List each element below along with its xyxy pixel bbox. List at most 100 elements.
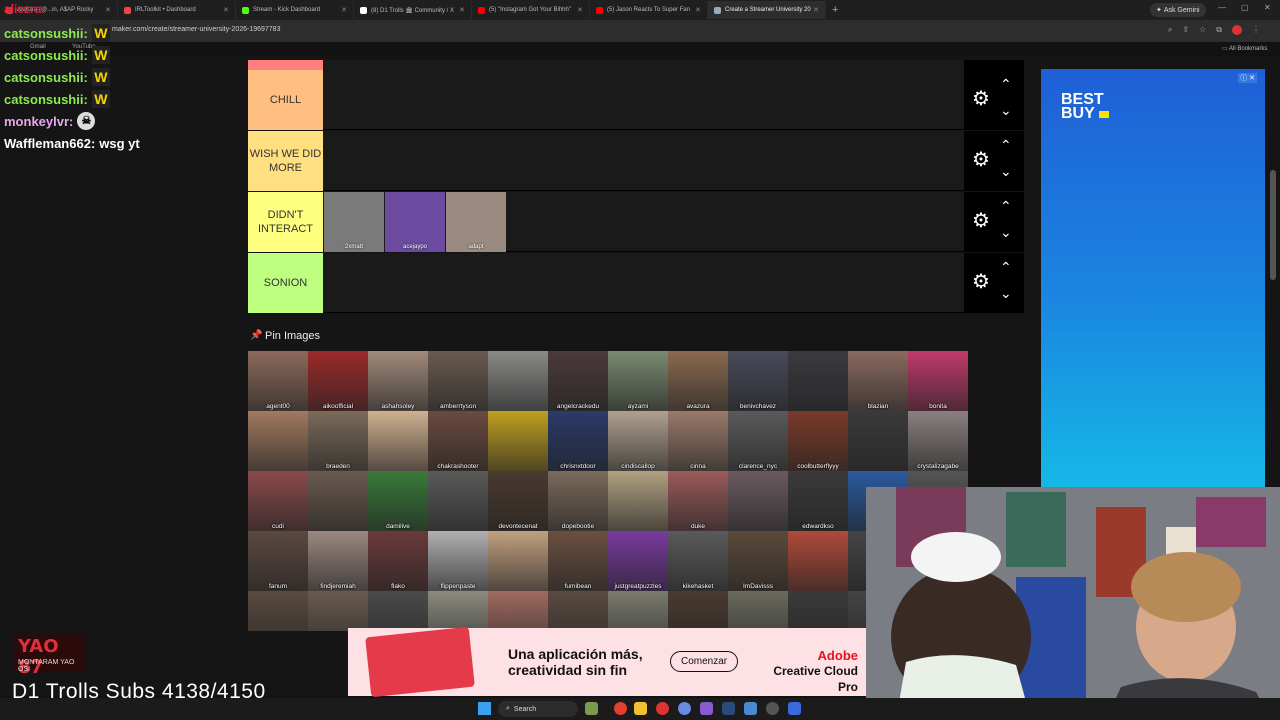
pin-image[interactable] [428, 471, 488, 531]
pin-image[interactable] [728, 471, 788, 531]
tier-label[interactable]: DIDN'T INTERACT [248, 192, 323, 252]
pin-image[interactable] [728, 591, 788, 631]
pin-image[interactable] [488, 351, 548, 411]
tab-close-icon[interactable]: ✕ [459, 6, 465, 14]
tier-row[interactable]: SONION ⚙ ⌃ ⌄ [248, 253, 1024, 313]
bestbuy-ad[interactable]: BEST BUY ⓘ ✕ [1041, 69, 1265, 487]
pin-image[interactable] [788, 591, 848, 631]
taskbar-search[interactable]: ⌕ Search [498, 701, 578, 717]
close-window-icon[interactable]: ✕ [1264, 3, 1271, 12]
taskbar-app-icon[interactable] [585, 702, 598, 715]
pin-image[interactable]: cindiscallop [608, 411, 668, 471]
windows-start-icon[interactable] [478, 702, 491, 715]
pin-image[interactable]: angelcrackedu [548, 351, 608, 411]
pin-image[interactable]: findjeremiah [308, 531, 368, 591]
pin-image[interactable]: damilive [368, 471, 428, 531]
file-explorer-icon[interactable] [634, 702, 647, 715]
pin-image[interactable] [368, 411, 428, 471]
all-bookmarks[interactable]: ▭ All Bookmarks [1222, 45, 1267, 52]
tier-label[interactable]: CHILL [248, 70, 323, 130]
pin-image[interactable]: devontecenat [488, 471, 548, 531]
chevron-up-icon[interactable]: ⌃ [1000, 137, 1012, 154]
new-tab-button[interactable]: + [832, 4, 838, 16]
gear-icon[interactable]: ⚙ [970, 149, 992, 171]
taskbar-app-icon-3[interactable] [744, 702, 757, 715]
browser-tab[interactable]: Stream - Kick Dashboard ✕ [236, 1, 354, 19]
pin-image[interactable]: ayzami [608, 351, 668, 411]
pin-image[interactable]: braeden [308, 411, 368, 471]
share-icon[interactable]: ⇪ [1182, 25, 1189, 35]
gear-icon[interactable]: ⚙ [970, 210, 992, 232]
tab-close-icon[interactable]: ✕ [105, 6, 111, 14]
adobe-cta-button[interactable]: Comenzar [670, 651, 739, 672]
browser-tab[interactable]: IRLToolkit • Dashboard ✕ [118, 1, 236, 19]
pin-image[interactable]: kikehasket [668, 531, 728, 591]
discord-icon[interactable] [678, 702, 691, 715]
pin-image[interactable]: coolbutterflyyy [788, 411, 848, 471]
pin-image[interactable] [248, 411, 308, 471]
profile-avatar[interactable] [1232, 25, 1242, 35]
pin-image[interactable] [308, 591, 368, 631]
pin-image[interactable]: blazian [848, 351, 908, 411]
gear-icon[interactable]: ⚙ [970, 271, 992, 293]
browser-tab[interactable]: Create a Streamer University 20 ✕ [708, 1, 826, 19]
pin-image[interactable] [488, 531, 548, 591]
tier-row[interactable]: WISH WE DID MORE ⚙ ⌃ ⌄ [248, 131, 1024, 191]
tier-item-image[interactable]: adapt [446, 192, 506, 252]
tier-label[interactable]: WISH WE DID MORE [248, 131, 323, 191]
pin-image[interactable]: amberrtyson [428, 351, 488, 411]
chevron-down-icon[interactable]: ⌄ [1000, 163, 1012, 180]
pin-image[interactable]: edwardkso [788, 471, 848, 531]
extensions-icon[interactable]: ⧉ [1216, 25, 1222, 35]
chevron-down-icon[interactable]: ⌄ [1000, 285, 1012, 302]
pin-image[interactable] [488, 411, 548, 471]
chevron-up-icon[interactable]: ⌃ [1000, 198, 1012, 215]
obs-icon[interactable] [766, 702, 779, 715]
chevron-up-icon[interactable]: ⌃ [1000, 259, 1012, 276]
taskbar-app-icon-2[interactable] [700, 702, 713, 715]
pin-image[interactable]: ashahsoley [368, 351, 428, 411]
bookmark-star-icon[interactable]: ☆ [1199, 25, 1206, 35]
pin-image[interactable]: flippenpaste [428, 531, 488, 591]
menu-icon[interactable]: ⋮ [1252, 25, 1260, 35]
zoom-icon[interactable]: ⌕ [1168, 25, 1172, 35]
page-scrollbar[interactable] [1270, 170, 1276, 280]
maximize-icon[interactable]: ▢ [1241, 3, 1249, 12]
pin-image[interactable] [608, 591, 668, 631]
pin-image[interactable]: benivchavez [728, 351, 788, 411]
chevron-up-icon[interactable]: ⌃ [1000, 76, 1012, 93]
pin-image[interactable]: cudi [248, 471, 308, 531]
pin-image[interactable] [848, 411, 908, 471]
browser-tab[interactable]: (5) Jason Reacts To Super Fan ✕ [590, 1, 708, 19]
pin-image[interactable]: chakrashooter [428, 411, 488, 471]
tab-close-icon[interactable]: ✕ [577, 6, 583, 14]
pin-image[interactable] [368, 591, 428, 631]
pin-image[interactable] [248, 591, 308, 631]
pin-image[interactable]: fanum [248, 531, 308, 591]
pin-image[interactable]: ImDavisss [728, 531, 788, 591]
pin-image[interactable]: justgreatpuzzles [608, 531, 668, 591]
pin-image[interactable]: flako [368, 531, 428, 591]
minimize-icon[interactable]: — [1218, 3, 1226, 12]
chevron-down-icon[interactable]: ⌄ [1000, 102, 1012, 119]
opera-icon[interactable] [656, 702, 669, 715]
chevron-down-icon[interactable]: ⌄ [1000, 224, 1012, 241]
tier-item-image[interactable]: 2xmatt [324, 192, 384, 252]
adobe-ad-banner[interactable]: Una aplicación más, creatividad sin fin C… [348, 626, 866, 698]
tab-close-icon[interactable]: ✕ [341, 6, 347, 14]
ad-choices-icon[interactable]: ⓘ ✕ [1238, 73, 1257, 83]
pin-image[interactable] [428, 591, 488, 631]
ask-gemini-button[interactable]: ✦ Ask Gemini [1150, 3, 1206, 17]
pin-image[interactable] [788, 531, 848, 591]
tier-label[interactable]: SONION [248, 253, 323, 313]
tab-close-icon[interactable]: ✕ [695, 6, 701, 14]
pin-image[interactable]: agent00 [248, 351, 308, 411]
gear-icon[interactable]: ⚙ [970, 88, 992, 110]
tab-close-icon[interactable]: ✕ [813, 6, 819, 14]
pin-image[interactable]: cinna [668, 411, 728, 471]
pin-image[interactable] [608, 471, 668, 531]
pin-image[interactable]: crystalizagabe [908, 411, 968, 471]
tier-row[interactable]: DIDN'T INTERACT 2xmatt acejaypo adapt ⚙ ⌃ ⌄ [248, 192, 1024, 252]
pin-image[interactable] [548, 591, 608, 631]
tab-close-icon[interactable]: ✕ [223, 6, 229, 14]
